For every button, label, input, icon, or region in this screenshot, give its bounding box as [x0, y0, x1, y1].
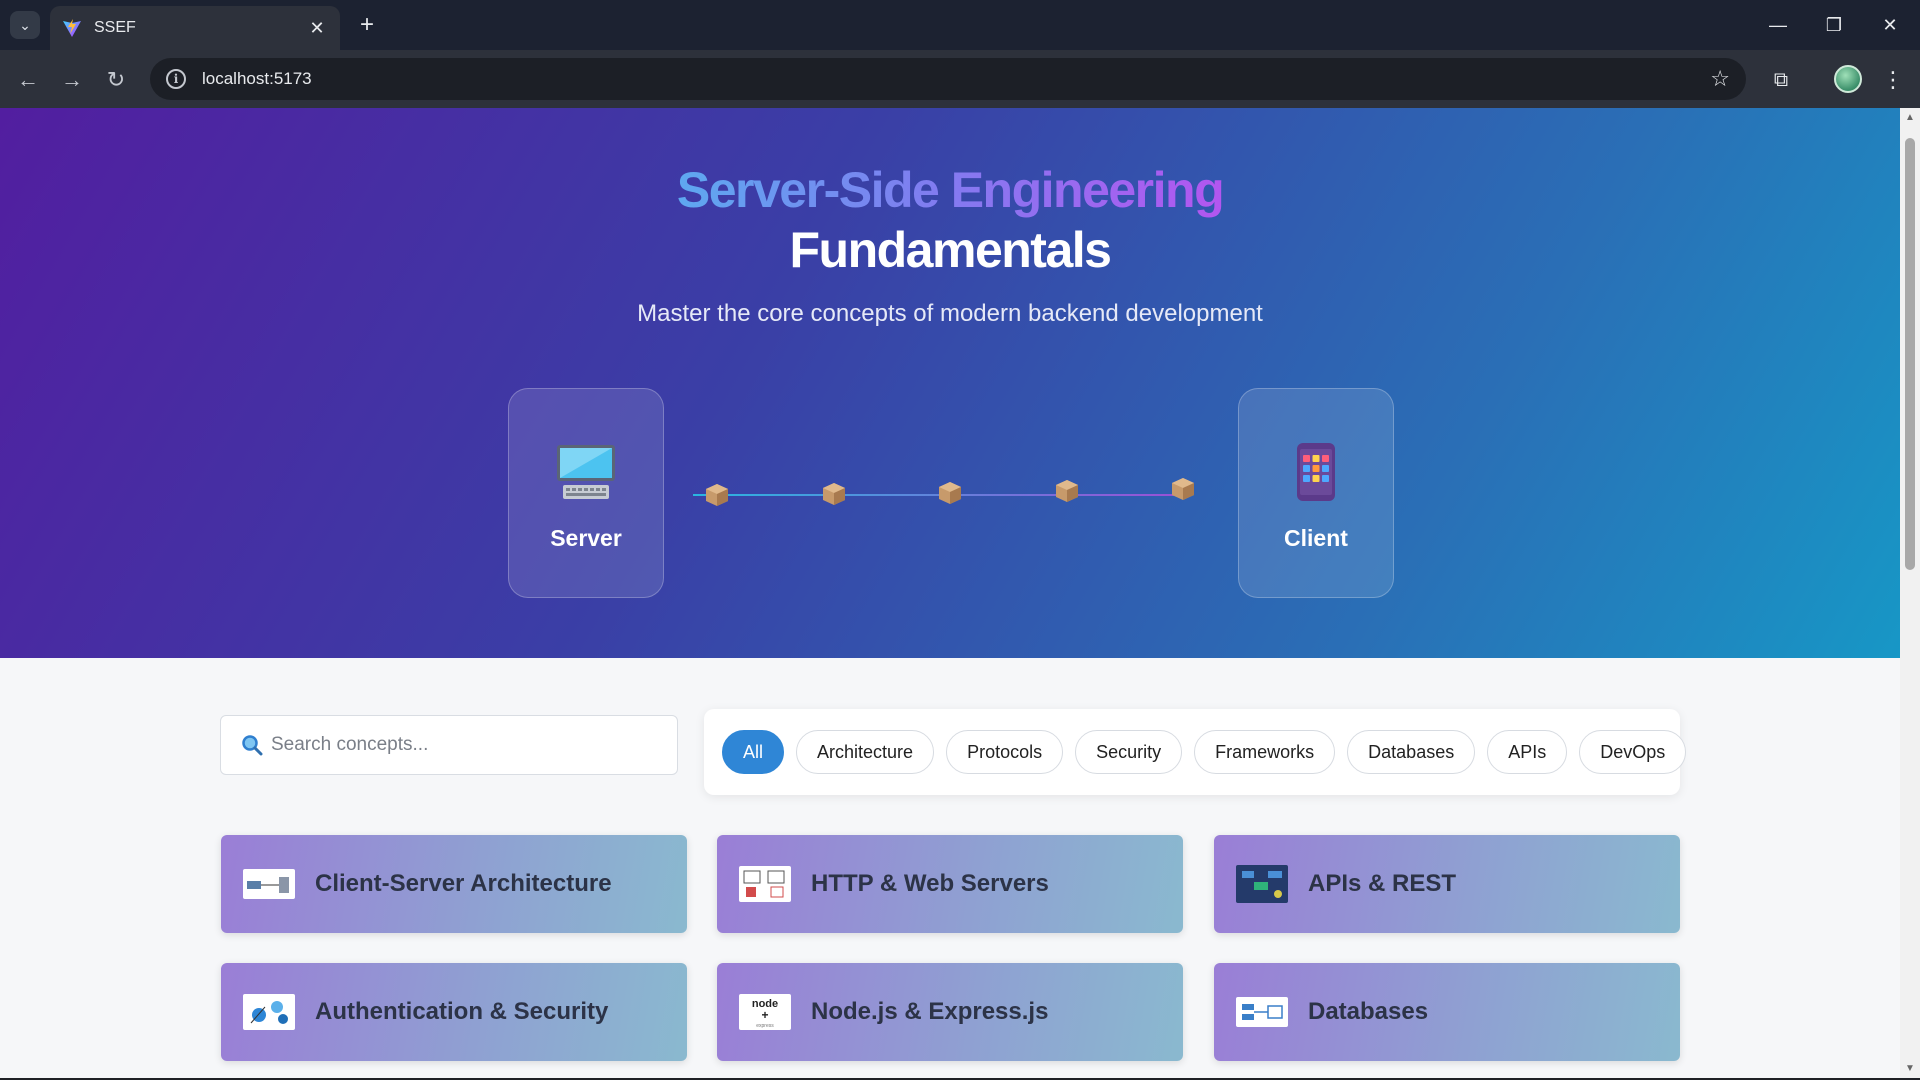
- card-title: HTTP & Web Servers: [811, 870, 1049, 897]
- vite-favicon-icon: [63, 19, 81, 37]
- concept-card[interactable]: Databases: [1214, 963, 1680, 1061]
- filter-chip-architecture[interactable]: Architecture: [796, 730, 935, 774]
- server-node: Server: [508, 388, 664, 598]
- api-diagram-thumbnail: [1236, 865, 1288, 903]
- concept-card[interactable]: APIs & REST: [1214, 835, 1680, 933]
- browser-tab[interactable]: SSEF ✕: [50, 6, 340, 50]
- scroll-down-arrow-icon[interactable]: ▼: [1904, 1063, 1916, 1074]
- tab-search-chevron-icon[interactable]: ⌄: [10, 11, 40, 39]
- database-diagram-thumbnail: [1236, 997, 1288, 1027]
- card-title: Node.js & Express.js: [811, 998, 1049, 1025]
- filter-chip-devops[interactable]: DevOps: [1579, 730, 1687, 774]
- browser-menu-icon[interactable]: ⋮: [1880, 64, 1906, 96]
- filter-chip-protocols[interactable]: Protocols: [946, 730, 1064, 774]
- search-box[interactable]: [220, 715, 678, 775]
- card-title: Authentication & Security: [315, 998, 609, 1025]
- bookmark-star-icon[interactable]: ☆: [1710, 66, 1730, 92]
- hero-title-line1: Server-Side Engineering: [676, 162, 1225, 218]
- package-icon: [1172, 478, 1194, 500]
- address-bar[interactable]: i localhost:5173 ☆: [150, 58, 1746, 100]
- close-window-icon[interactable]: ✕: [1862, 8, 1918, 42]
- hero-subtitle: Master the core concepts of modern backe…: [637, 300, 1263, 327]
- desktop-computer-icon: [557, 445, 615, 499]
- hero-title-line2: Fundamentals: [789, 222, 1112, 278]
- client-server-diagram-thumbnail: [243, 869, 295, 899]
- category-filter-bar: All Architecture Protocols Security Fram…: [704, 709, 1687, 795]
- browser-toolbar: ← → ↻ i localhost:5173 ☆ ⧉ ⋮: [0, 50, 1920, 108]
- concept-card[interactable]: Client-Server Architecture: [221, 835, 687, 933]
- filter-chip-frameworks[interactable]: Frameworks: [1194, 730, 1336, 774]
- profile-avatar[interactable]: [1834, 65, 1862, 93]
- concept-card[interactable]: node + express Node.js & Express.js: [717, 963, 1183, 1061]
- security-diagram-thumbnail: [243, 994, 295, 1030]
- extensions-icon[interactable]: ⧉: [1766, 65, 1796, 95]
- package-icon: [939, 482, 961, 504]
- hero-section: Server-Side Engineering Fundamentals Mas…: [0, 108, 1900, 658]
- minimize-icon[interactable]: —: [1750, 8, 1806, 42]
- site-info-icon[interactable]: i: [166, 69, 186, 89]
- restore-icon[interactable]: ❐: [1806, 8, 1862, 42]
- client-label: Client: [1284, 525, 1348, 551]
- package-icon: [1056, 480, 1078, 502]
- card-title: Databases: [1308, 998, 1429, 1025]
- client-node: Client: [1238, 388, 1394, 598]
- mobile-phone-icon: [1297, 443, 1335, 501]
- address-url[interactable]: localhost:5173: [202, 69, 1710, 89]
- tab-close-icon[interactable]: ✕: [306, 18, 328, 39]
- scroll-thumb[interactable]: [1905, 138, 1915, 570]
- package-icon: [706, 484, 728, 506]
- reload-icon[interactable]: ↻: [100, 64, 132, 96]
- tab-title: SSEF: [94, 19, 136, 36]
- concept-card[interactable]: Authentication & Security: [221, 963, 687, 1061]
- svg-text:+: +: [761, 1008, 768, 1022]
- new-tab-button[interactable]: +: [352, 10, 382, 40]
- node-express-logo-thumbnail: node + express: [739, 994, 791, 1030]
- card-title: APIs & REST: [1308, 870, 1457, 897]
- filter-chip-all[interactable]: All: [722, 730, 785, 774]
- http-diagram-thumbnail: [739, 866, 791, 902]
- package-icon: [823, 483, 845, 505]
- card-title: Client-Server Architecture: [315, 870, 612, 897]
- forward-icon[interactable]: →: [56, 64, 88, 96]
- back-icon[interactable]: ←: [12, 64, 44, 96]
- svg-text:express: express: [756, 1023, 774, 1029]
- filter-chip-databases[interactable]: Databases: [1347, 730, 1476, 774]
- server-label: Server: [550, 525, 622, 551]
- page-scrollbar[interactable]: ▲ ▼: [1900, 108, 1920, 1078]
- search-icon: [242, 735, 263, 756]
- filter-chip-apis[interactable]: APIs: [1487, 730, 1568, 774]
- search-input[interactable]: [271, 734, 657, 756]
- scroll-up-arrow-icon[interactable]: ▲: [1904, 112, 1916, 123]
- concept-card[interactable]: HTTP & Web Servers: [717, 835, 1183, 933]
- browser-tab-bar: ⌄ SSEF ✕ + — ❐ ✕: [0, 0, 1920, 50]
- filter-chip-security[interactable]: Security: [1075, 730, 1183, 774]
